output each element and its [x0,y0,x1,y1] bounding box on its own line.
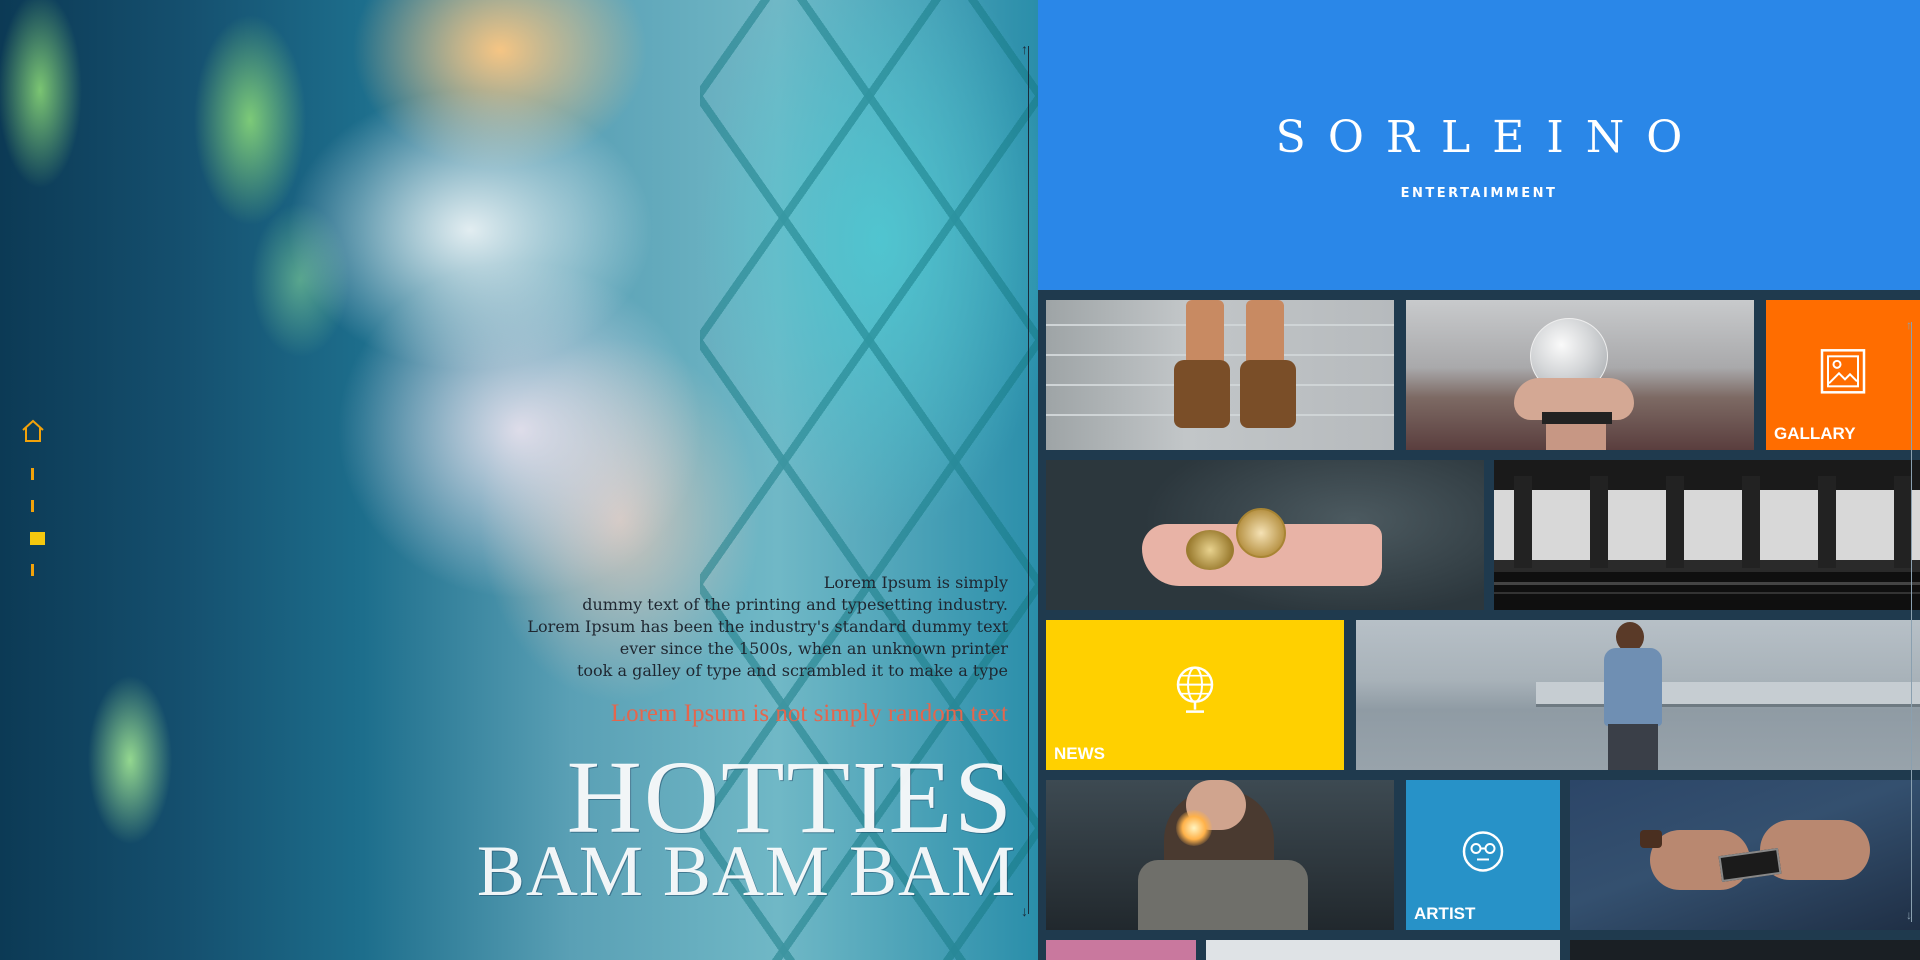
nav-active-indicator[interactable] [30,532,45,545]
woman-with-sparkler-photo[interactable] [1046,780,1394,930]
brand-subtitle: ENTERTAIMMENT [1400,186,1558,201]
gallery-label: GALLARY [1774,424,1856,443]
hero-paragraph-line: Lorem Ipsum is simply [823,573,1008,592]
artist-label: ARTIST [1414,904,1476,923]
globe-icon [1176,666,1214,713]
photo-tile-partial[interactable] [1206,940,1560,960]
hands-with-phone-photo[interactable] [1570,780,1920,930]
hero-paragraph-line: dummy text of the printing and typesetti… [582,595,1008,614]
hero-scroll-line[interactable] [1028,46,1029,914]
grid-scroll-down-icon[interactable]: ↓ [1906,908,1912,922]
face-icon [1462,831,1504,872]
hero-paragraph-line: Lorem Ipsum has been the industry's stan… [527,617,1008,636]
hero-paragraph: Lorem Ipsum is simply dummy text of the … [448,572,1008,682]
hand-holding-glass-ball-photo[interactable] [1406,300,1754,450]
pink-tile-partial[interactable] [1046,940,1196,960]
gallery-tile[interactable]: GALLARY [1766,300,1920,450]
hero-section: ↑ ↓ Lorem Ipsum is simply dummy text of … [0,0,1038,960]
brand-name[interactable]: SORLEINO [1038,112,1920,163]
boots-on-drawers-photo[interactable] [1046,300,1394,450]
scroll-up-arrow-icon[interactable]: ↑ [1021,42,1028,56]
artist-tile[interactable]: ARTIST [1406,780,1560,930]
subway-station-photo[interactable] [1494,460,1920,610]
hero-subtitle: BAM BAM BAM [476,831,1016,911]
image-icon [1820,349,1866,394]
nav-dash[interactable] [31,564,34,576]
news-tile[interactable]: NEWS [1046,620,1344,770]
photo-tile-partial-2[interactable] [1570,940,1920,960]
brand-header: SORLEINO ENTERTAIMMENT [1038,0,1920,290]
hero-paragraph-line: ever since the 1500s, when an unknown pr… [619,639,1008,658]
grid-scrollbar[interactable] [1911,322,1912,922]
nav-dash[interactable] [31,468,34,480]
hand-holding-compass-photo[interactable] [1046,460,1484,610]
scroll-down-arrow-icon[interactable]: ↓ [1021,904,1028,918]
nav-dash[interactable] [31,500,34,512]
man-by-lake-photo[interactable] [1356,620,1920,770]
hero-tagline: Lorem Ipsum is not simply random text [610,700,1008,727]
tile-grid: GALLARY NEWS ARTIST [1038,290,1920,960]
hero-paragraph-line: took a galley of type and scrambled it t… [576,661,1008,680]
news-label: NEWS [1054,744,1105,763]
home-icon[interactable] [20,418,46,444]
